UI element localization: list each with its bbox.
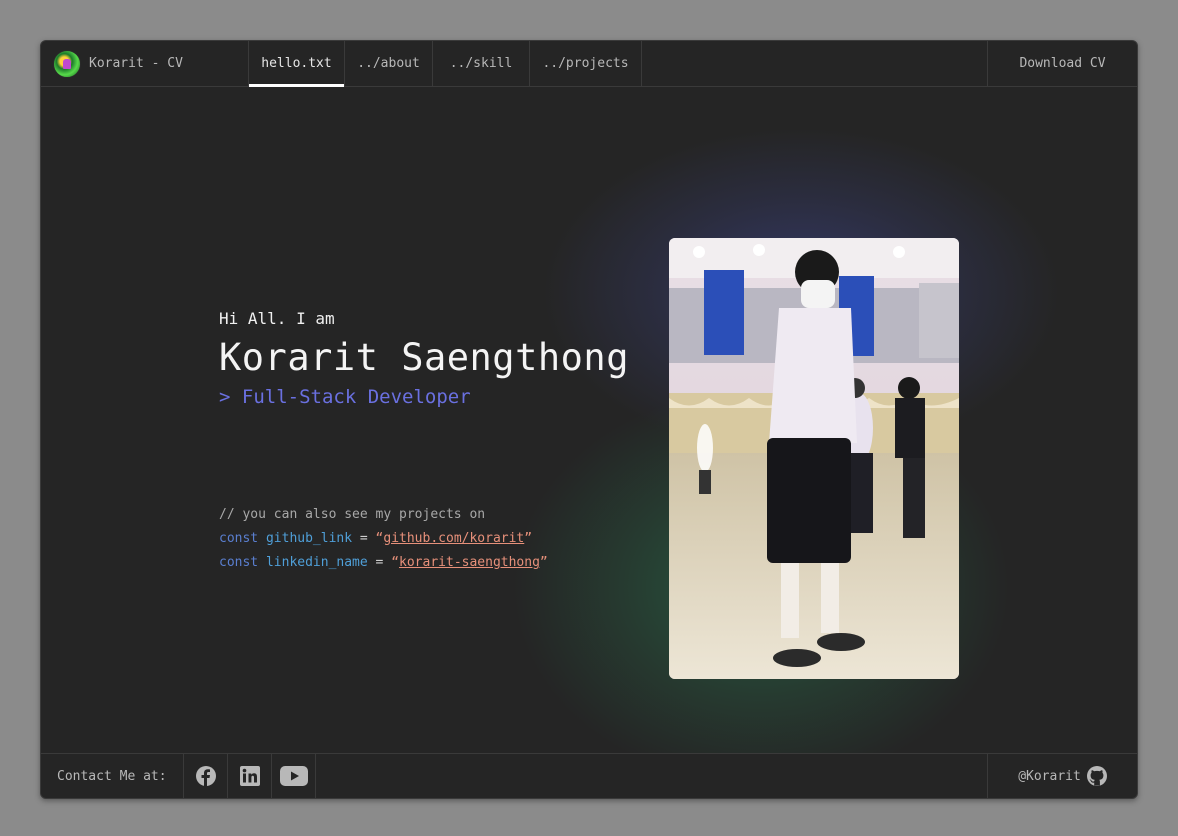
code-operator: = [375, 555, 384, 570]
role-title: > Full-Stack Developer [219, 386, 471, 408]
code-line-github: const github_link = “github.com/korarit” [219, 527, 548, 551]
code-operator: = [359, 531, 368, 546]
avatar [53, 49, 81, 78]
brand-name: Korarit - CV [89, 56, 183, 71]
brand[interactable]: Korarit - CV [41, 41, 249, 86]
youtube-link[interactable] [272, 754, 316, 798]
github-icon [1086, 766, 1107, 786]
code-identifier: linkedin_name [265, 555, 368, 570]
facebook-link[interactable] [184, 754, 228, 798]
profile-photo-image [669, 238, 959, 679]
github-link[interactable]: github.com/korarit [383, 531, 524, 546]
code-identifier: github_link [265, 531, 353, 546]
tab-skill[interactable]: ../skill [433, 41, 530, 86]
top-nav: Korarit - CV hello.txt ../about ../skill… [41, 41, 1137, 87]
facebook-icon [195, 766, 216, 786]
intro-block: Hi All. I am Korarit Saengthong > Full-S… [219, 309, 629, 409]
code-snippet: // you can also see my projects on const… [219, 503, 548, 575]
youtube-icon [279, 766, 308, 786]
github-handle-link[interactable]: @Korarit [987, 754, 1137, 798]
linkedin-link[interactable] [228, 754, 272, 798]
tab-about[interactable]: ../about [345, 41, 433, 86]
greeting: Hi All. I am [219, 309, 335, 328]
linkedin-icon [239, 766, 260, 786]
tab-projects[interactable]: ../projects [530, 41, 642, 86]
hero-section: Hi All. I am Korarit Saengthong > Full-S… [41, 87, 1137, 753]
download-cv-button[interactable]: Download CV [987, 41, 1137, 86]
tab-hello[interactable]: hello.txt [249, 41, 345, 87]
full-name: Korarit Saengthong [219, 336, 629, 379]
footer: Contact Me at: @Korarit [41, 753, 1137, 798]
contact-label: Contact Me at: [41, 754, 184, 798]
code-string: “korarit-saengthong” [391, 555, 548, 570]
code-comment: // you can also see my projects on [219, 507, 486, 522]
code-keyword: const [219, 531, 259, 546]
profile-photo [669, 238, 959, 679]
github-handle: @Korarit [1018, 768, 1081, 784]
code-line-linkedin: const linkedin_name = “korarit-saengthon… [219, 551, 548, 575]
code-keyword: const [219, 555, 259, 570]
linkedin-link[interactable]: korarit-saengthong [399, 555, 540, 570]
code-string: “github.com/korarit” [375, 531, 533, 546]
footer-spacer [316, 754, 987, 798]
portfolio-window: Korarit - CV hello.txt ../about ../skill… [40, 40, 1138, 799]
